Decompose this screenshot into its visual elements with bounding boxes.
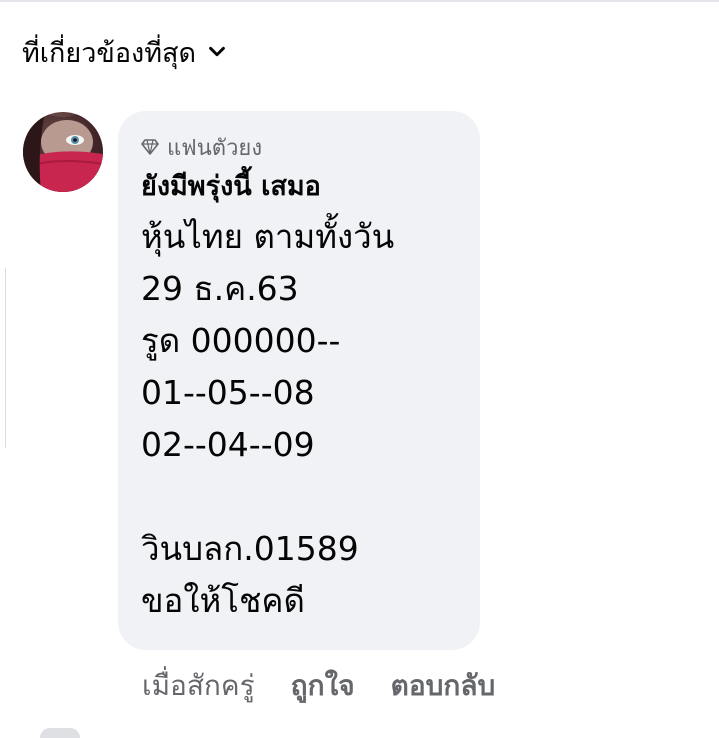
user-avatar[interactable] xyxy=(23,112,103,192)
comment-bubble: แฟนตัวยง ยังมีพรุ่งนี้ เสมอ หุ้นไทย ตามท… xyxy=(118,111,480,650)
left-edge-panel xyxy=(0,268,6,448)
reply-button[interactable]: ตอบกลับ xyxy=(391,664,496,708)
like-button[interactable]: ถูกใจ xyxy=(291,664,355,708)
avatar-image xyxy=(23,112,103,192)
comment-line xyxy=(141,471,456,523)
comment-actions: เมื่อสักครู่ ถูกใจ ตอบกลับ xyxy=(142,664,495,708)
chevron-down-icon xyxy=(209,46,225,57)
sort-label: ที่เกี่ยวข้องที่สุด xyxy=(22,37,197,69)
top-fan-badge: แฟนตัวยง xyxy=(141,131,456,163)
comment-line: 29 ธ.ค.63 xyxy=(141,269,299,308)
comment-author[interactable]: ยังมีพรุ่งนี้ เสมอ xyxy=(141,167,456,207)
badge-label: แฟนตัวยง xyxy=(167,135,263,161)
next-comment-avatar xyxy=(40,728,80,738)
comment-line: วินบลก.01589 xyxy=(141,529,359,568)
comment-line: หุ้นไทย ตามทั้งวัน xyxy=(141,217,395,256)
comment-line: 01--05--08 xyxy=(141,373,315,412)
top-divider xyxy=(0,0,719,2)
comment-timestamp[interactable]: เมื่อสักครู่ xyxy=(142,664,255,708)
comment-line: 02--04--09 xyxy=(141,425,315,464)
comment-line: รูด 000000-- xyxy=(141,321,341,360)
comment-text: หุ้นไทย ตามทั้งวัน 29 ธ.ค.63 รูด 000000-… xyxy=(141,211,456,627)
comment-line: ขอให้โชคดี xyxy=(141,581,305,620)
diamond-icon xyxy=(141,139,159,155)
comment-sort-dropdown[interactable]: ที่เกี่ยวข้องที่สุด xyxy=(22,30,228,74)
